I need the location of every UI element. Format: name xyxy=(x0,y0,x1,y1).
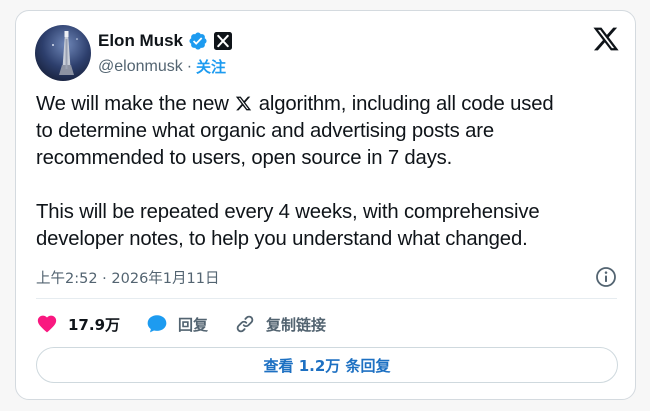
copy-link-button[interactable]: 复制链接 xyxy=(234,313,326,335)
tweet-text-line: This will be repeated every 4 weeks, wit… xyxy=(36,201,540,223)
like-button[interactable]: 17.9万 xyxy=(36,313,120,335)
reply-label: 回复 xyxy=(178,315,209,334)
timestamp[interactable]: 上午2:52 · 2026年1月11日 xyxy=(36,267,219,288)
like-count: 17.9万 xyxy=(68,315,121,334)
tweet-text-line: recommended to users, open source in 7 d… xyxy=(36,147,453,169)
verified-badge-icon xyxy=(188,31,208,51)
heart-icon xyxy=(37,315,57,333)
action-bar: 17.9万 回复 复制链接 xyxy=(36,311,352,337)
tweet-text-line: developer notes, to help you understand … xyxy=(36,228,528,250)
handle-row: @elonmusk · 关注 xyxy=(98,56,226,77)
tweet-text: We will make the new algorithm, includin… xyxy=(36,91,630,253)
tweet-text-segment: algorithm, including all code used xyxy=(253,93,554,115)
info-icon[interactable] xyxy=(595,266,617,288)
author-handle[interactable]: @elonmusk xyxy=(98,58,183,76)
tweet-paragraph-2: This will be repeated every 4 weeks, wit… xyxy=(36,199,630,253)
follow-link[interactable]: 关注 xyxy=(196,56,226,77)
divider xyxy=(36,298,617,299)
x-logo-icon[interactable] xyxy=(592,25,620,53)
separator-dot: · xyxy=(186,57,193,75)
copy-link-label: 复制链接 xyxy=(266,315,327,334)
author-name-row: Elon Musk xyxy=(98,31,233,51)
embedded-tweet-card: Elon Musk @elonmusk · 关注 We will make th… xyxy=(15,10,636,400)
x-affiliation-icon xyxy=(213,31,233,51)
author-name[interactable]: Elon Musk xyxy=(98,31,183,51)
avatar[interactable] xyxy=(35,25,91,81)
tweet-text-line: to determine what organic and advertisin… xyxy=(36,120,494,142)
reply-button[interactable]: 回复 xyxy=(146,313,208,335)
chat-bubble-icon xyxy=(147,315,167,333)
view-replies-button[interactable]: 查看 1.2万 条回复 xyxy=(36,347,618,383)
tweet-paragraph-1: We will make the new algorithm, includin… xyxy=(36,91,630,172)
link-icon xyxy=(236,315,254,333)
view-replies-label: 查看 1.2万 条回复 xyxy=(263,356,391,375)
x-inline-icon xyxy=(235,93,252,111)
tweet-text-segment: We will make the new xyxy=(36,93,235,115)
